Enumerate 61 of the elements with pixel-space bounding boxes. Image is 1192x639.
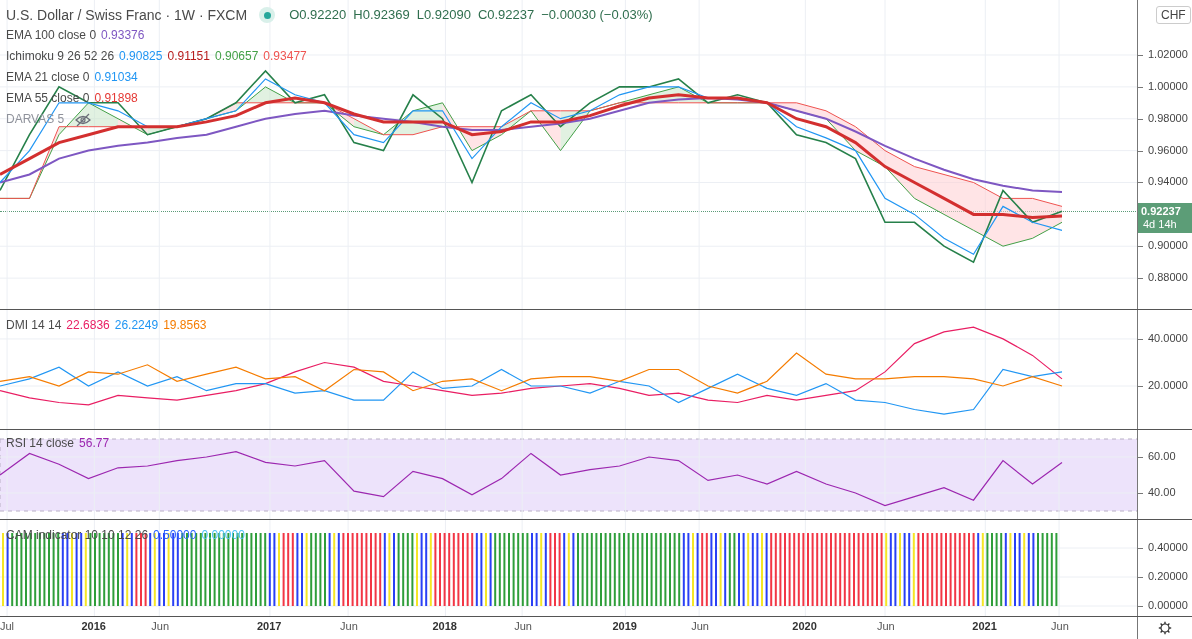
ohlc-label: L: [416, 7, 424, 23]
price-change: −0.00030 (−0.03%): [541, 7, 653, 23]
axis-label: 0.96000: [1148, 144, 1188, 156]
axis-label: 20.0000: [1148, 380, 1188, 391]
indicator-value: 0.91898: [94, 91, 138, 106]
currency-button[interactable]: CHF: [1156, 6, 1191, 24]
time-label: 2018: [432, 621, 457, 632]
time-label: Jun: [340, 621, 358, 632]
indicator-value: 22.6836: [66, 318, 110, 333]
time-label: Jul: [0, 621, 15, 632]
indicator-value: 0.50000: [153, 528, 197, 543]
ohlc-value: 0.92237: [487, 7, 535, 23]
axis-label: 0.98000: [1148, 112, 1188, 124]
chart-title: U.S. Dollar / Swiss Franc · 1W · FXCM: [6, 7, 248, 23]
time-label: 2019: [612, 621, 637, 632]
ohlc-label: O: [289, 7, 300, 23]
indicator-legend: EMA 100 close 0: [6, 28, 97, 43]
axis-label: 0.90000: [1148, 240, 1188, 252]
axis-label: 40.0000: [1148, 332, 1188, 344]
time-label: 2017: [256, 621, 282, 632]
ohlc-label: C: [477, 7, 488, 23]
time-label: 2016: [81, 621, 106, 632]
axis-label: 60.00: [1148, 451, 1176, 462]
indicator-value: 0.90657: [214, 49, 259, 64]
countdown: 4d 14h: [1142, 218, 1178, 232]
axis-label: 1.00000: [1148, 80, 1188, 92]
time-label: Jun: [1051, 621, 1069, 632]
indicator-legend: EMA 21 close 0: [6, 70, 90, 85]
indicator-legend: RSI 14 close: [6, 436, 75, 451]
indicator-legend: DMI 14 14: [6, 318, 62, 333]
axis-label: 0.00000: [1148, 600, 1188, 611]
axis-label: 1.02000: [1148, 49, 1188, 60]
eye-crossed-icon: [75, 112, 92, 127]
time-label: Jun: [151, 621, 170, 632]
settings-icon[interactable]: [1158, 621, 1172, 635]
indicator-value: 0.90825: [119, 49, 163, 64]
axis-label: 0.88000: [1148, 272, 1188, 284]
ohlc-value: 0.92369: [362, 7, 410, 23]
ohlc-value: 0.92090: [423, 7, 471, 23]
indicator-value: 0.00000: [201, 528, 245, 543]
price-value: 0.92237: [1141, 205, 1182, 219]
time-label: Jun: [877, 621, 895, 632]
indicator-value: 56.77: [79, 436, 110, 451]
indicator-value: 26.2249: [114, 318, 159, 333]
indicator-value: 19.8563: [163, 318, 207, 333]
time-label: 2021: [972, 621, 997, 632]
indicator-value: 0.93477: [263, 49, 307, 64]
time-label: Jun: [514, 621, 532, 632]
indicator-value: 0.91034: [94, 70, 138, 85]
ohlc-label: H: [353, 7, 363, 23]
axis-label: 0.40000: [1148, 542, 1188, 553]
indicator-legend: Ichimoku 9 26 52 26: [6, 49, 115, 64]
ohlc-value: 0.92220: [299, 7, 347, 23]
time-label: 2020: [792, 621, 817, 632]
axis-label: 40.00: [1148, 487, 1176, 498]
time-label: Jun: [691, 621, 709, 632]
indicator-legend: CAM indicator 10 10 12 26: [6, 528, 149, 543]
axis-label: 0.94000: [1148, 176, 1188, 188]
axis-label: 0.20000: [1148, 571, 1188, 582]
indicator-value: 0.91151: [167, 49, 210, 64]
indicator-value: 0.93376: [101, 28, 145, 43]
